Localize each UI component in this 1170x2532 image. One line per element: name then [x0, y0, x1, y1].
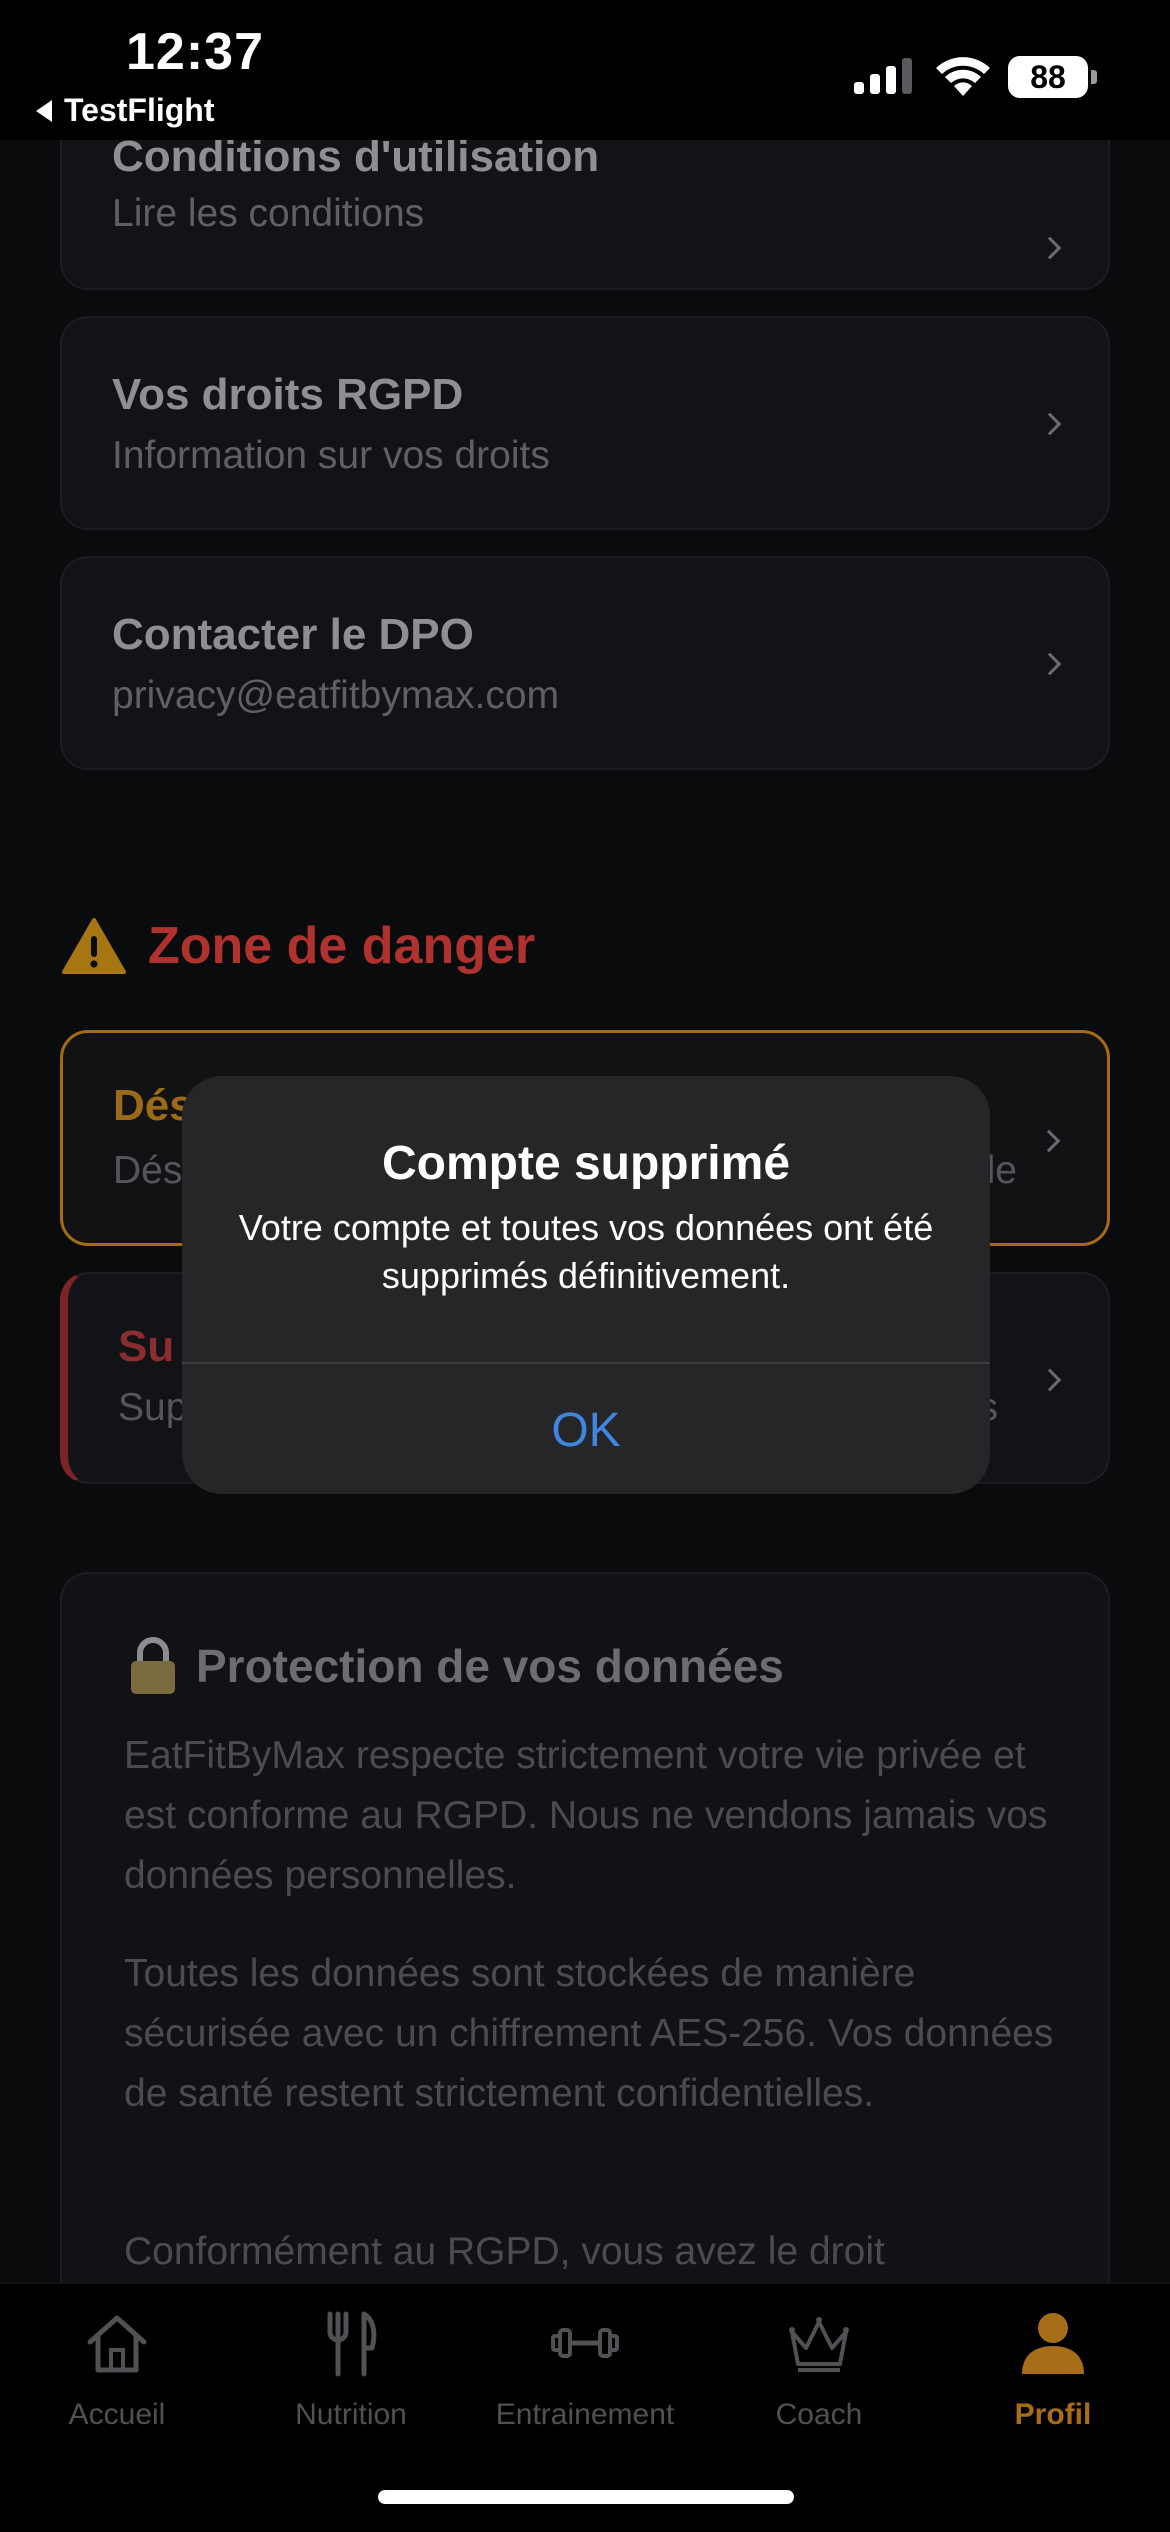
deactivate-subtitle: Dés [113, 1149, 183, 1192]
danger-zone-header: Zone de danger [62, 916, 535, 976]
dpo-title: Contacter le DPO [112, 610, 474, 659]
tab-nutrition[interactable]: Nutrition [234, 2284, 468, 2434]
back-triangle-icon [36, 99, 52, 122]
danger-zone-title: Zone de danger [148, 917, 536, 975]
tab-accueil[interactable]: Accueil [0, 2284, 234, 2434]
battery-indicator: 88 [1008, 56, 1097, 98]
dpo-email: privacy@eatfitbymax.com [112, 674, 560, 717]
terms-subtitle: Lire les conditions [112, 192, 425, 235]
home-icon [87, 2315, 147, 2373]
lock-icon [131, 1637, 175, 1694]
protection-paragraph: Toutes les données sont stockées de mani… [124, 1952, 1054, 2115]
tab-label: Nutrition [295, 2398, 407, 2431]
back-to-testflight[interactable]: TestFlight [36, 92, 215, 129]
gdpr-subtitle: Information sur vos droits [112, 434, 550, 477]
tab-entrainement[interactable]: Entrainement [468, 2284, 702, 2434]
dumbbell-icon [551, 2328, 619, 2358]
fork-knife-icon [327, 2311, 377, 2377]
protection-paragraph: EatFitByMax respecte strictement votre v… [124, 1734, 1048, 1897]
chevron-right-icon [1038, 1368, 1062, 1392]
data-protection-title: Protection de vos données [196, 1640, 784, 1692]
chevron-right-icon [1038, 412, 1062, 436]
deactivate-subtitle-end: le [986, 1149, 1017, 1192]
person-icon [1022, 2313, 1084, 2374]
delete-title: Su [118, 1322, 175, 1371]
gdpr-rights-card[interactable]: Vos droits RGPD Information sur vos droi… [60, 316, 1110, 530]
chevron-right-icon [1037, 1129, 1061, 1153]
data-protection-header: Protection de vos données [128, 1636, 784, 1696]
alert-title: Compte supprimé [381, 1137, 791, 1190]
crown-icon [789, 2317, 849, 2372]
alert-divider [182, 1362, 990, 1364]
protection-paragraph: Conformément au RGPD, vous avez le droit [124, 2230, 885, 2273]
wifi-icon [936, 57, 990, 96]
chevron-right-icon [1038, 236, 1062, 260]
back-app-label: TestFlight [64, 92, 215, 128]
tab-label: Profil [1014, 2398, 1092, 2431]
data-protection-card: Protection de vos données EatFitByMax re… [60, 1572, 1110, 2312]
tab-label: Entrainement [495, 2398, 675, 2431]
cellular-signal-icon [854, 58, 912, 94]
tab-coach[interactable]: Coach [702, 2284, 936, 2434]
account-deleted-alert: Compte supprimé Votre compte et toutes v… [182, 1076, 990, 1494]
status-time: 12:37 [126, 23, 264, 81]
gdpr-title: Vos droits RGPD [112, 370, 464, 419]
tab-label: Accueil [68, 2398, 166, 2431]
delete-subtitle: Sup [118, 1386, 188, 1429]
warning-icon [62, 918, 126, 974]
status-bar: 12:37 TestFlight 88 [0, 0, 1170, 140]
tab-label: Coach [775, 2398, 863, 2431]
tab-profil[interactable]: Profil [936, 2284, 1170, 2434]
contact-dpo-card[interactable]: Contacter le DPO privacy@eatfitbymax.com [60, 556, 1110, 770]
ok-button[interactable]: OK [182, 1366, 990, 1494]
alert-message: Votre compte et toutes vos données ont é… [238, 1207, 934, 1296]
chevron-right-icon [1038, 652, 1062, 676]
home-indicator[interactable] [378, 2490, 794, 2504]
